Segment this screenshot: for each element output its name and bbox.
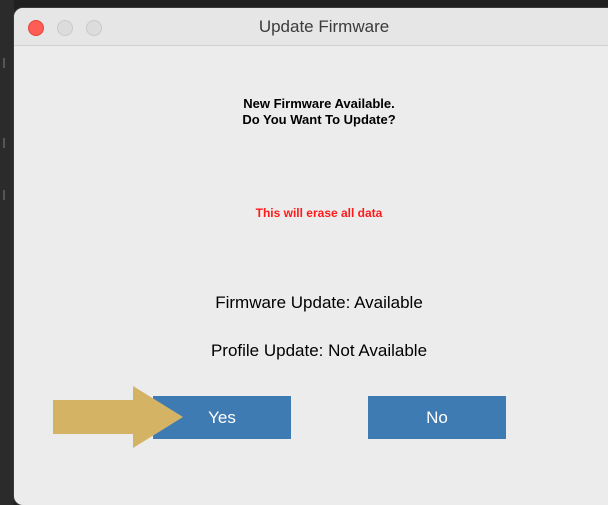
heading-line-1: New Firmware Available. <box>243 96 395 111</box>
window-title: Update Firmware <box>258 17 390 36</box>
zoom-window-button[interactable] <box>86 20 102 36</box>
close-window-button[interactable] <box>28 20 44 36</box>
heading-line-2: Do You Want To Update? <box>242 112 396 127</box>
update-firmware-dialog: Update Firmware New Firmware Available. … <box>14 8 608 505</box>
dialog-heading: New Firmware Available. Do You Want To U… <box>104 96 534 128</box>
background-mark <box>3 58 9 68</box>
firmware-update-status: Firmware Update: Available <box>215 293 423 312</box>
background-mark <box>3 138 9 148</box>
background-mark <box>3 190 9 200</box>
profile-update-status: Profile Update: Not Available <box>210 341 428 360</box>
background-window-edge <box>0 0 14 505</box>
erase-warning: This will erase all data <box>255 206 383 220</box>
right-arrow-icon <box>53 386 183 448</box>
title-bar[interactable]: Update Firmware <box>14 8 608 46</box>
no-button[interactable]: No <box>368 396 506 439</box>
minimize-window-button[interactable] <box>57 20 73 36</box>
